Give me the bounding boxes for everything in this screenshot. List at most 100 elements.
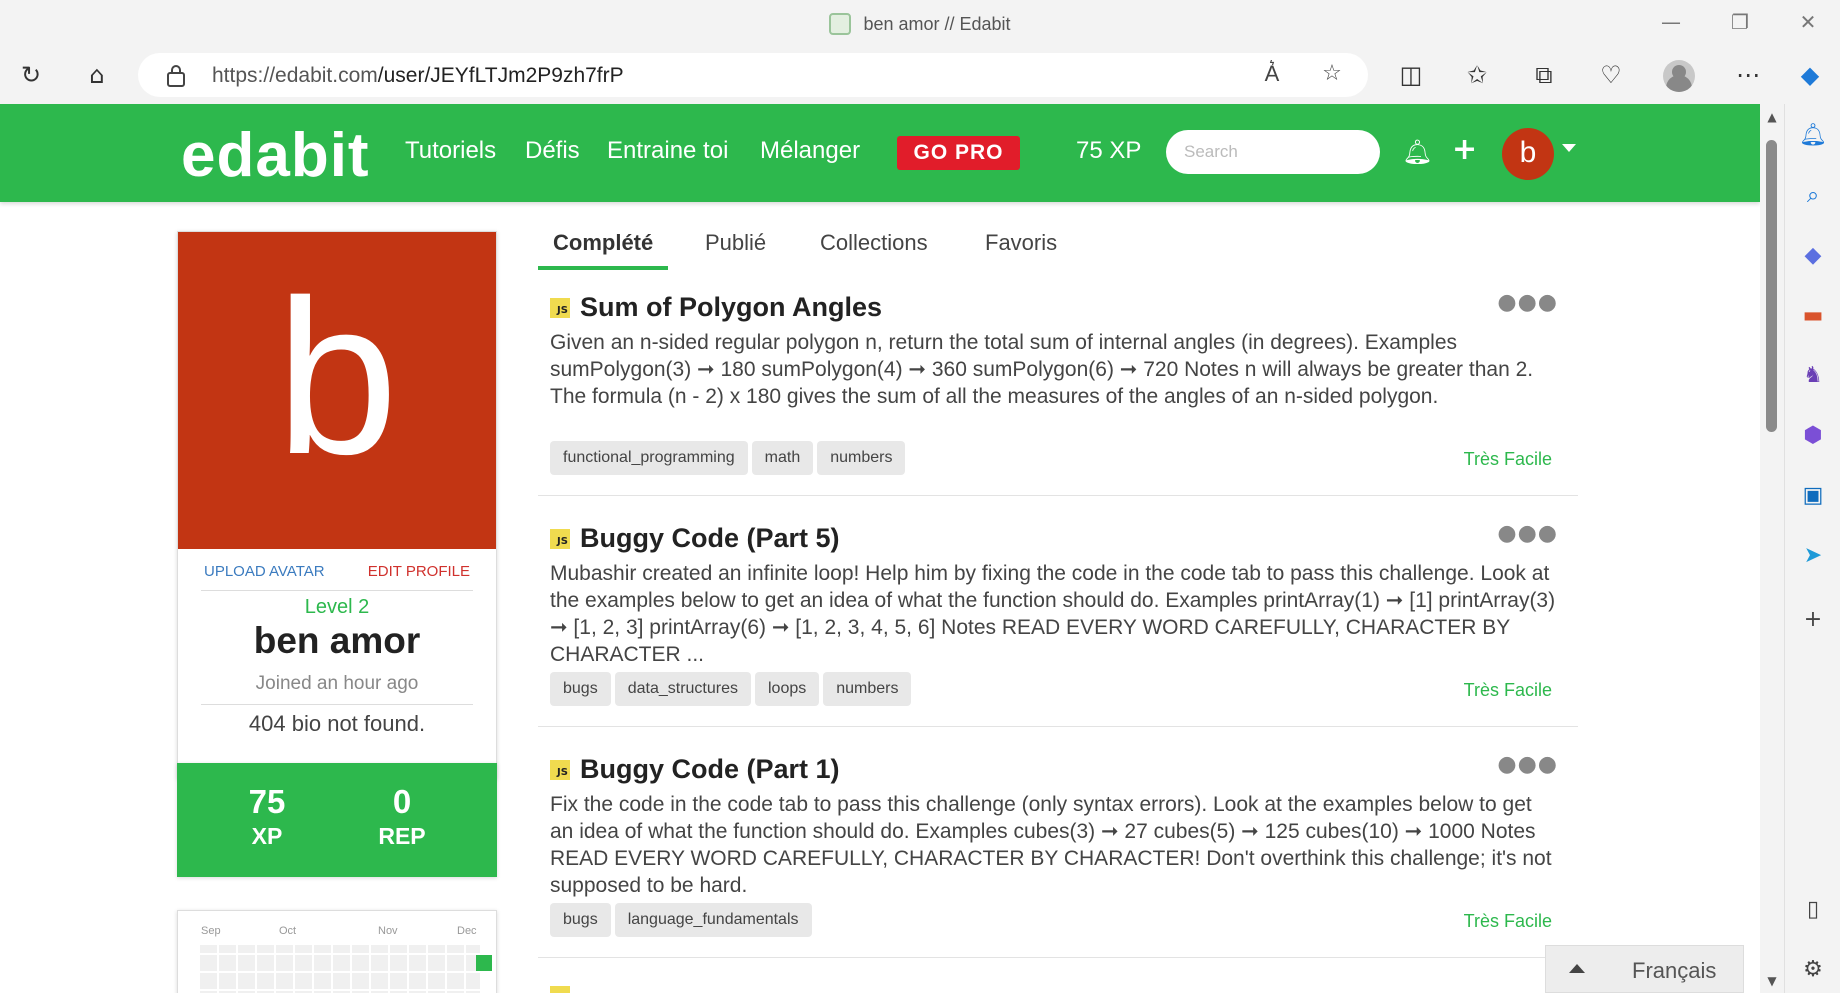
browser-profile-avatar[interactable]: [1663, 60, 1695, 92]
profile-level: Level 2: [304, 596, 370, 618]
edabit-favicon-icon: [829, 13, 852, 35]
tag[interactable]: math: [751, 441, 814, 475]
challenge-description: Mubashir created an infinite loop! Help …: [550, 562, 1556, 666]
tag[interactable]: numbers: [823, 672, 912, 706]
javascript-icon: JS: [550, 298, 570, 318]
tag[interactable]: bugs: [550, 672, 611, 706]
games-icon[interactable]: ♞: [1799, 362, 1827, 390]
tab-favoris[interactable]: Favoris: [985, 230, 1057, 256]
tab-collections[interactable]: Collections: [820, 230, 928, 256]
tag[interactable]: numbers: [817, 441, 906, 475]
site-header: edabit Tutoriels Défis Entraine toi Méla…: [0, 104, 1760, 202]
favorite-star-icon[interactable]: ☆: [1318, 61, 1346, 89]
sidebar-toggle-icon[interactable]: ▯: [1799, 896, 1827, 924]
activity-calendar: Sep Oct Nov Dec: [177, 910, 497, 993]
scrollbar-thumb[interactable]: [1766, 140, 1777, 432]
profile-name: ben amor: [253, 620, 421, 661]
address-url[interactable]: https://edabit.com/user/JEYfLTJm2P9zh7fr…: [212, 64, 624, 88]
search-input[interactable]: [1166, 130, 1380, 174]
challenge-tags: bugs language_fundamentals: [550, 903, 816, 937]
search-icon[interactable]: ⌕: [1799, 182, 1827, 210]
tag[interactable]: loops: [754, 672, 820, 706]
minimize-button[interactable]: —: [1656, 10, 1686, 36]
settings-gear-icon[interactable]: ⚙: [1799, 956, 1827, 984]
split-screen-icon[interactable]: ◫: [1396, 60, 1426, 90]
calendar-month: Sep: [201, 925, 221, 937]
tag[interactable]: language_fundamentals: [614, 903, 812, 937]
challenge-tags: bugs data_structures loops numbers: [550, 672, 915, 706]
shopping-tag-icon[interactable]: ◆: [1799, 242, 1827, 270]
tools-icon[interactable]: ▬: [1799, 302, 1827, 330]
javascript-icon: JS: [550, 760, 570, 780]
bell-icon[interactable]: 🔔︎: [1402, 138, 1432, 166]
collections-icon[interactable]: ⧉: [1529, 60, 1559, 90]
plus-icon[interactable]: +: [1452, 132, 1477, 167]
copilot-icon[interactable]: ◆: [1795, 60, 1825, 90]
challenge-title[interactable]: Sum of Polygon Angles: [580, 292, 882, 323]
profile-avatar: b: [178, 232, 496, 549]
home-icon[interactable]: ⌂: [82, 60, 112, 90]
user-avatar[interactable]: b: [1502, 128, 1554, 180]
upload-avatar-link[interactable]: UPLOAD AVATAR: [204, 563, 325, 580]
browser-essentials-icon[interactable]: ♡: [1596, 60, 1626, 90]
more-options-icon[interactable]: ●●●: [1497, 521, 1558, 546]
stat-xp: 75 XP: [248, 783, 286, 849]
read-aloud-icon[interactable]: A͛: [1258, 61, 1286, 89]
profile-links: UPLOAD AVATAR EDIT PROFILE: [178, 558, 496, 586]
page-viewport: edabit Tutoriels Défis Entraine toi Méla…: [0, 104, 1760, 993]
nav-melanger[interactable]: Mélanger: [760, 137, 860, 165]
more-options-icon[interactable]: ●●●: [1497, 752, 1558, 777]
window-title: ben amor // Edabit: [0, 13, 1840, 35]
profile-card: b UPLOAD AVATAR EDIT PROFILE Level 2 ben…: [177, 231, 497, 779]
divider: [201, 704, 473, 705]
profile-joined: Joined an hour ago: [255, 673, 419, 694]
challenge-item[interactable]: JS Sum of Polygon Angles ●●● Given an n-…: [538, 280, 1578, 496]
more-options-icon[interactable]: ●●●: [1497, 290, 1558, 315]
add-icon[interactable]: +: [1799, 606, 1827, 634]
edit-profile-link[interactable]: EDIT PROFILE: [368, 563, 470, 580]
close-window-button[interactable]: ✕: [1793, 10, 1823, 36]
tag[interactable]: bugs: [550, 903, 611, 937]
browser-toolbar: ↻ ⌂ https://edabit.com/user/JEYfLTJm2P9z…: [0, 46, 1840, 104]
calendar-active-day[interactable]: [476, 955, 492, 971]
scroll-up-icon[interactable]: ▲: [1764, 110, 1780, 124]
bell-icon[interactable]: 🔔︎: [1799, 122, 1827, 150]
refresh-icon[interactable]: ↻: [16, 60, 46, 90]
tag[interactable]: data_structures: [614, 672, 751, 706]
restore-button[interactable]: ❐: [1725, 10, 1755, 36]
challenge-item[interactable]: JS Buggy Code (Part 1) ●●● Fix the code …: [538, 742, 1578, 958]
nav-defis[interactable]: Défis: [525, 137, 580, 165]
edabit-logo[interactable]: edabit: [181, 120, 370, 191]
divider: [201, 590, 473, 591]
challenge-description: Fix the code in the code tab to pass thi…: [550, 793, 1552, 897]
microsoft-365-icon[interactable]: ⬢: [1799, 422, 1827, 450]
challenge-title[interactable]: Buggy Code (Part 1): [580, 754, 840, 785]
challenge-tags: functional_programming math numbers: [550, 441, 909, 475]
nav-tutoriels[interactable]: Tutoriels: [405, 137, 496, 165]
outlook-icon[interactable]: ▣: [1799, 482, 1827, 510]
tag[interactable]: functional_programming: [550, 441, 748, 475]
address-bar[interactable]: https://edabit.com/user/JEYfLTJm2P9zh7fr…: [138, 53, 1368, 97]
challenge-title[interactable]: Buggy Code (Part 5): [580, 523, 840, 554]
challenge-item[interactable]: JS Buggy Code (Part 5) ●●● Mubashir crea…: [538, 511, 1578, 727]
tab-complete[interactable]: Complété: [553, 230, 653, 256]
scroll-down-icon[interactable]: ▼: [1764, 974, 1780, 988]
tab-publie[interactable]: Publié: [705, 230, 766, 256]
page-scrollbar[interactable]: ▲ ▼: [1760, 104, 1784, 993]
challenge-difficulty: Très Facile: [1463, 911, 1552, 931]
window-titlebar: ben amor // Edabit — ❐ ✕: [0, 0, 1840, 46]
stat-rep: 0 REP: [378, 783, 426, 849]
language-selector[interactable]: Français: [1545, 945, 1744, 993]
go-pro-button[interactable]: GO PRO: [897, 136, 1020, 170]
header-xp: 75 XP: [1076, 137, 1142, 164]
chevron-down-icon[interactable]: [1562, 144, 1576, 152]
drop-icon[interactable]: ➤: [1799, 542, 1827, 570]
chevron-up-icon: [1569, 964, 1585, 973]
lock-icon: [167, 65, 185, 87]
active-tab-indicator: [538, 266, 668, 270]
nav-entraine-toi[interactable]: Entraine toi: [607, 137, 728, 165]
challenge-difficulty: Très Facile: [1463, 449, 1552, 469]
calendar-month: Nov: [378, 925, 398, 937]
more-options-icon[interactable]: ⋯: [1733, 60, 1763, 90]
favorites-icon[interactable]: ✩: [1462, 60, 1492, 90]
